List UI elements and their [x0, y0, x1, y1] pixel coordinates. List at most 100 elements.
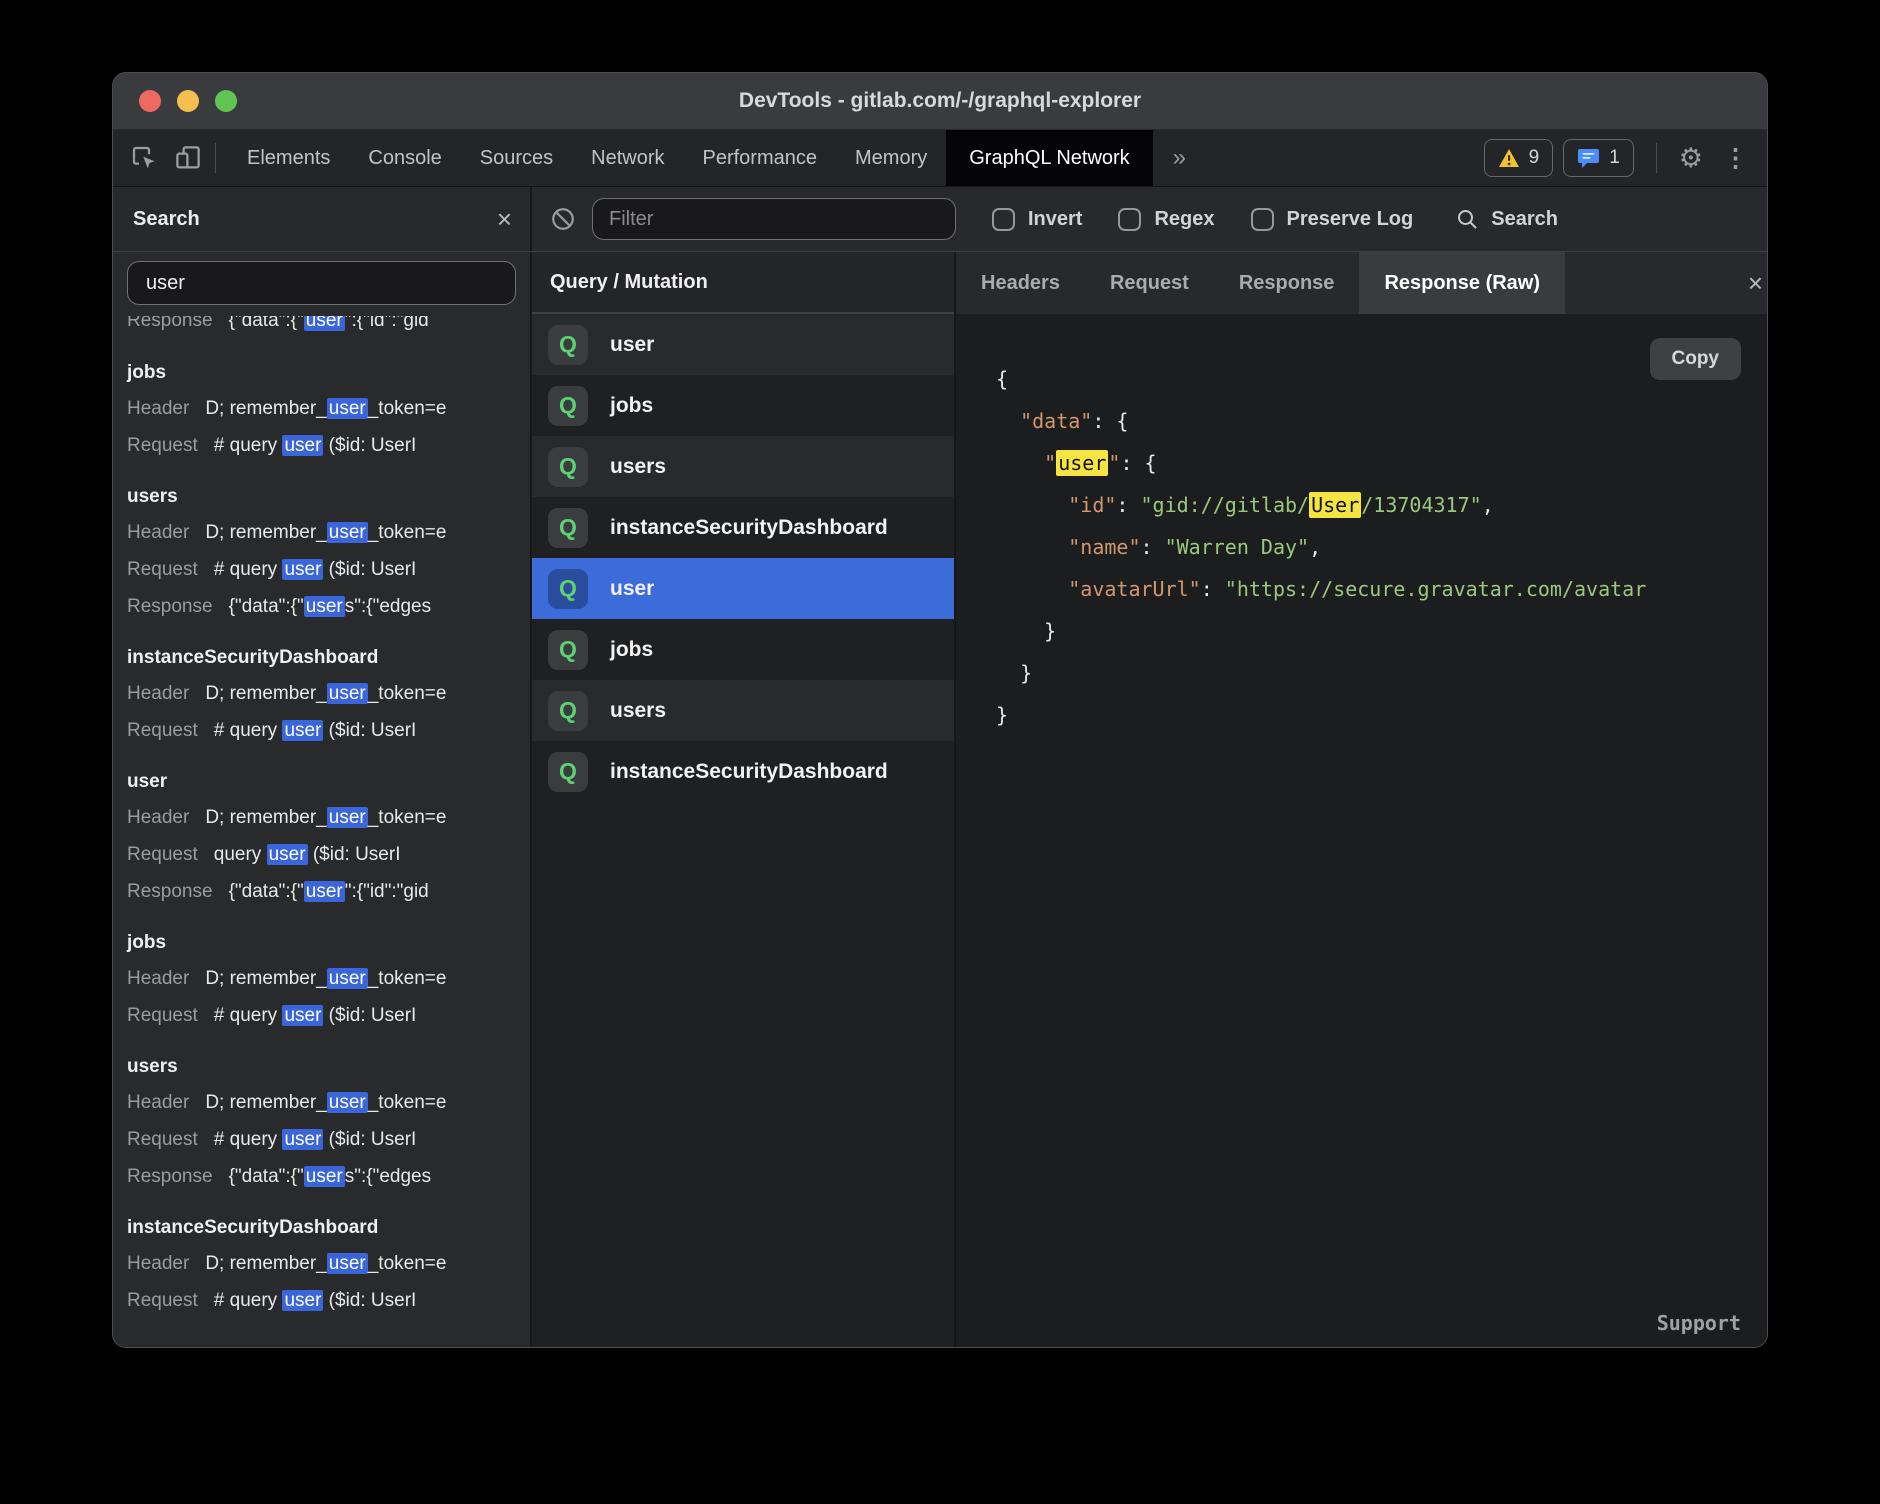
query-list-item[interactable]: Qjobs	[532, 375, 954, 436]
response-tab-response-raw[interactable]: Response (Raw)	[1359, 252, 1565, 314]
tabbar-spacer	[1206, 130, 1484, 186]
console-warnings-badge[interactable]: 9	[1484, 139, 1554, 177]
query-type-icon: Q	[548, 569, 588, 609]
search-match-highlight: user	[327, 968, 368, 989]
more-tabs-button[interactable]: »	[1153, 130, 1206, 186]
inspect-element-icon[interactable]	[129, 143, 159, 173]
preserve-log-checkbox-group[interactable]: Preserve Log	[1251, 208, 1414, 231]
result-line-label: Request	[127, 1290, 198, 1311]
clear-block-icon[interactable]	[550, 206, 576, 232]
query-list-item[interactable]: Qusers	[532, 680, 954, 741]
result-line-label: Header	[127, 807, 189, 828]
query-list-item[interactable]: Qusers	[532, 436, 954, 497]
invert-checkbox-group[interactable]: Invert	[992, 208, 1082, 231]
device-toolbar-icon[interactable]	[173, 143, 203, 173]
devtools-window: DevTools - gitlab.com/-/graphql-explorer	[112, 72, 1768, 1348]
query-list-item[interactable]: QinstanceSecurityDashboard	[532, 741, 954, 802]
copy-button[interactable]: Copy	[1650, 338, 1742, 380]
close-detail-icon[interactable]: ×	[1748, 252, 1763, 314]
search-match-highlight: user	[282, 1290, 323, 1311]
search-result-line[interactable]: Request# query user ($id: UserI	[127, 712, 530, 749]
search-result-line[interactable]: HeaderD; remember_user_token=e	[127, 1084, 530, 1121]
result-line-label: Request	[127, 844, 198, 865]
search-result-group: userHeaderD; remember_user_token=eReques…	[127, 765, 530, 910]
regex-checkbox-group[interactable]: Regex	[1118, 208, 1214, 231]
query-type-icon: Q	[548, 447, 588, 487]
devtools-tab-graphql-network[interactable]: GraphQL Network	[946, 130, 1152, 186]
search-result-line[interactable]: HeaderD; remember_user_token=e	[127, 390, 530, 427]
toolbar-icons	[129, 130, 203, 186]
kebab-menu-icon[interactable]: ⋮	[1713, 143, 1759, 173]
search-result-group: usersHeaderD; remember_user_token=eReque…	[127, 480, 530, 625]
search-result-line[interactable]: Response{"data":{"user":{"id":"gid	[127, 873, 530, 910]
filter-input[interactable]	[592, 198, 956, 240]
invert-label: Invert	[1028, 208, 1082, 231]
devtools-tab-memory[interactable]: Memory	[836, 130, 946, 186]
query-list-item-selected[interactable]: Quser	[532, 558, 954, 619]
result-line-label: Header	[127, 968, 189, 989]
json-line: }	[996, 652, 1767, 694]
search-result-line[interactable]: HeaderD; remember_user_token=e	[127, 799, 530, 836]
response-tab-request[interactable]: Request	[1085, 252, 1214, 314]
close-search-panel-icon[interactable]: ×	[497, 206, 512, 232]
panel-tabs: ElementsConsoleSourcesNetworkPerformance…	[228, 130, 1153, 186]
search-panel-title: Search	[133, 208, 200, 231]
response-tabs: HeadersRequestResponseResponse (Raw) ×	[956, 252, 1767, 314]
regex-checkbox[interactable]	[1118, 208, 1141, 231]
main-content: Response{"data":{"user":{"id":"gid jobsH…	[113, 252, 1767, 1347]
search-result-line[interactable]: Response{"data":{"users":{"edges	[127, 1158, 530, 1195]
search-result-line[interactable]: Response{"data":{"users":{"edges	[127, 588, 530, 625]
search-result-line[interactable]: HeaderD; remember_user_token=e	[127, 675, 530, 712]
search-toggle[interactable]: Search	[1455, 207, 1558, 231]
result-line-label: Header	[127, 683, 189, 704]
search-match-highlight: user	[327, 398, 368, 419]
devtools-tab-network[interactable]: Network	[572, 130, 683, 186]
search-result-line[interactable]: HeaderD; remember_user_token=e	[127, 1245, 530, 1282]
filter-bar: Invert Regex Preserve Log Searc	[532, 187, 1767, 251]
query-list-item[interactable]: Quser	[532, 314, 954, 375]
query-type-icon: Q	[548, 325, 588, 365]
screen: DevTools - gitlab.com/-/graphql-explorer	[0, 0, 1880, 1504]
raw-match-highlight: user	[1056, 450, 1108, 476]
devtools-tab-elements[interactable]: Elements	[228, 130, 349, 186]
json-line: "data": {	[996, 400, 1767, 442]
json-line: "user": {	[996, 442, 1767, 484]
support-link[interactable]: Support	[1657, 1311, 1741, 1335]
response-detail-panel: HeadersRequestResponseResponse (Raw) × C…	[956, 252, 1767, 1347]
devtools-tab-performance[interactable]: Performance	[684, 130, 837, 186]
devtools-tab-console[interactable]: Console	[349, 130, 460, 186]
preserve-log-checkbox[interactable]	[1251, 208, 1274, 231]
search-input[interactable]	[127, 261, 516, 305]
response-tab-response[interactable]: Response	[1214, 252, 1360, 314]
result-line-label: Header	[127, 398, 189, 419]
search-result-line[interactable]: Response{"data":{"user":{"id":"gid	[127, 316, 530, 339]
search-result-line[interactable]: Request# query user ($id: UserI	[127, 427, 530, 464]
json-line: }	[996, 694, 1767, 736]
search-result-group: instanceSecurityDashboardHeaderD; rememb…	[127, 1211, 530, 1319]
search-result-line[interactable]: Request# query user ($id: UserI	[127, 1121, 530, 1158]
response-tab-headers[interactable]: Headers	[956, 252, 1085, 314]
search-match-highlight: user	[304, 1166, 345, 1187]
search-panel-header: Search ×	[113, 187, 532, 251]
issues-badge[interactable]: 1	[1563, 139, 1634, 177]
search-result-line[interactable]: HeaderD; remember_user_token=e	[127, 960, 530, 997]
devtools-tab-sources[interactable]: Sources	[461, 130, 572, 186]
search-result-line[interactable]: HeaderD; remember_user_token=e	[127, 514, 530, 551]
search-result-line[interactable]: Requestquery user ($id: UserI	[127, 836, 530, 873]
search-result-line[interactable]: Request# query user ($id: UserI	[127, 551, 530, 588]
search-result-line[interactable]: Request# query user ($id: UserI	[127, 997, 530, 1034]
search-result-line[interactable]: Request# query user ($id: UserI	[127, 1282, 530, 1319]
search-result-group: jobsHeaderD; remember_user_token=eReques…	[127, 926, 530, 1034]
search-result-partial-line[interactable]: Response{"data":{"user":{"id":"gid	[127, 316, 530, 340]
search-match-highlight: user	[304, 316, 345, 331]
settings-gear-icon[interactable]: ⚙	[1669, 143, 1713, 174]
search-match-highlight: user	[304, 881, 345, 902]
query-name: jobs	[610, 394, 653, 418]
invert-checkbox[interactable]	[992, 208, 1015, 231]
query-name: user	[610, 577, 654, 601]
query-list-item[interactable]: Qjobs	[532, 619, 954, 680]
query-list-item[interactable]: QinstanceSecurityDashboard	[532, 497, 954, 558]
result-group-name: jobs	[127, 926, 530, 960]
query-type-icon: Q	[548, 508, 588, 548]
json-line: "avatarUrl": "https://secure.gravatar.co…	[996, 568, 1767, 610]
